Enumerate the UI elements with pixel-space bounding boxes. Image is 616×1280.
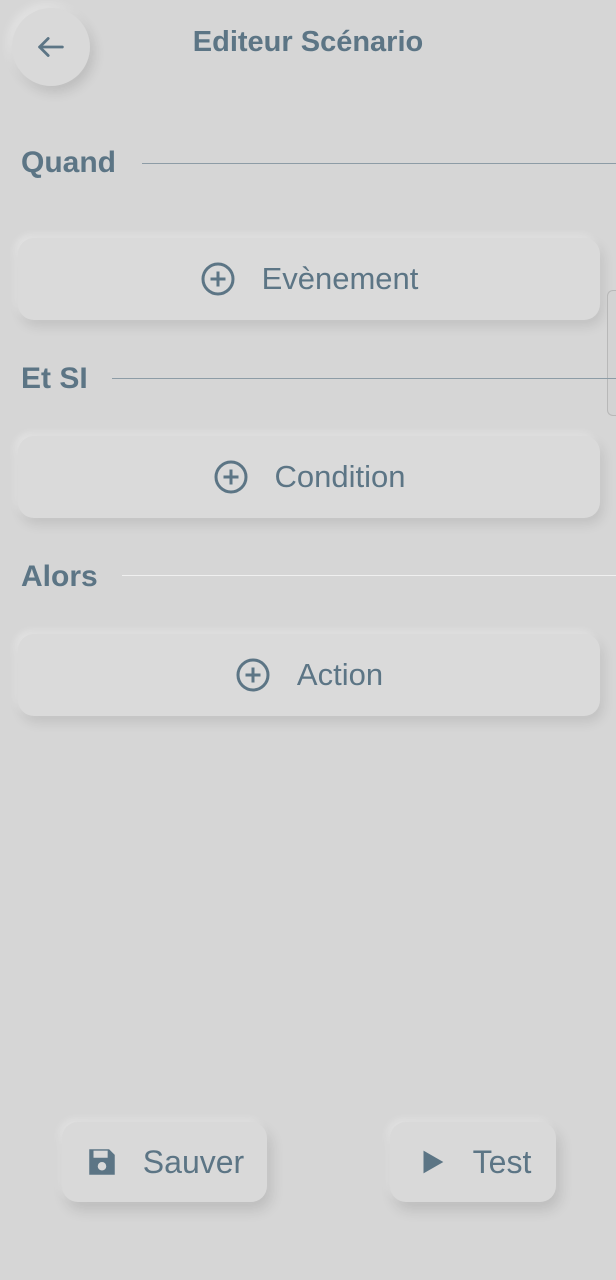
section-label-and-if: Et SI xyxy=(21,362,88,395)
test-button[interactable]: Test xyxy=(390,1122,556,1202)
section-divider-and-if xyxy=(112,378,616,379)
save-button[interactable]: Sauver xyxy=(62,1122,267,1202)
test-label: Test xyxy=(472,1143,532,1180)
section-label-then: Alors xyxy=(21,560,98,593)
page-title: Editeur Scénario xyxy=(192,26,424,58)
section-divider-then xyxy=(122,575,616,576)
add-condition-button[interactable]: Condition xyxy=(18,436,600,518)
section-divider-when xyxy=(142,163,616,164)
add-event-label: Evènement xyxy=(261,261,419,296)
section-label-when: Quand xyxy=(21,146,116,179)
side-drawer-handle[interactable] xyxy=(607,290,616,416)
add-action-label: Action xyxy=(296,657,384,692)
add-event-button[interactable]: Evènement xyxy=(18,238,600,320)
add-circle-icon xyxy=(236,658,270,692)
add-condition-label: Condition xyxy=(274,459,406,494)
add-circle-icon xyxy=(214,460,247,494)
add-action-button[interactable]: Action xyxy=(18,634,600,716)
add-circle-icon xyxy=(201,262,235,296)
play-icon xyxy=(423,1150,443,1174)
save-label: Sauver xyxy=(142,1143,245,1180)
floppy-disk-icon xyxy=(89,1149,115,1175)
